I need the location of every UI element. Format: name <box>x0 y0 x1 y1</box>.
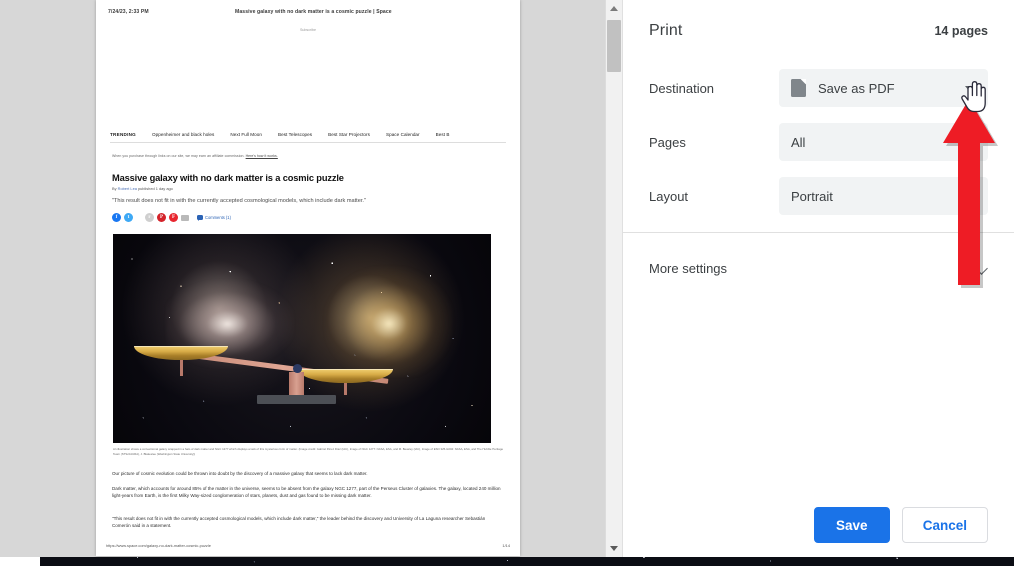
pdf-document-icon <box>791 79 806 97</box>
article-byline: By Robert Lea published 1 day ago <box>112 186 173 191</box>
social-share-row: f t r P F Comments (1) <box>112 213 231 222</box>
article-hero-image <box>113 234 491 443</box>
dialog-divider <box>623 232 1014 233</box>
destination-value: Save as PDF <box>818 80 895 96</box>
byline-prefix: By <box>112 186 117 191</box>
galaxy-right-glow <box>324 267 454 377</box>
article-paragraph: Dark matter, which accounts for around 8… <box>112 486 501 499</box>
reddit-icon: r <box>145 213 154 222</box>
screenshot-root: 7/24/23, 2:33 PM Massive galaxy with no … <box>0 0 1014 566</box>
footer-page-number: 1/14 <box>502 543 510 548</box>
flipboard-icon: F <box>169 213 178 222</box>
print-dialog-header: Print 14 pages <box>623 0 1014 62</box>
layout-value: Portrait <box>791 188 833 204</box>
scroll-up-arrow-icon[interactable] <box>606 0 622 17</box>
trending-item: Best B <box>435 132 450 137</box>
dialog-actions: Save Cancel <box>813 507 988 543</box>
trending-nav: TRENDING Oppenheimer and black holes Nex… <box>110 132 506 143</box>
balance-base <box>256 394 336 404</box>
print-dialog-title: Print <box>649 22 683 39</box>
twitter-icon: t <box>124 213 133 222</box>
email-icon <box>181 214 189 221</box>
pages-label: Pages <box>649 134 686 150</box>
destination-row: Destination Save as PDF <box>623 69 1014 107</box>
scrollbar-thumb[interactable] <box>607 20 621 72</box>
article-paragraph: "This result does not fit in with the cu… <box>112 516 486 529</box>
cancel-button[interactable]: Cancel <box>901 507 988 543</box>
print-preview-pane: 7/24/23, 2:33 PM Massive galaxy with no … <box>0 0 622 557</box>
chevron-down-icon <box>965 194 975 200</box>
page-count-label: 14 pages <box>934 24 988 38</box>
more-settings-label: More settings <box>649 260 728 276</box>
layout-row: Layout Portrait <box>623 177 1014 215</box>
pages-select[interactable]: All <box>779 123 988 161</box>
affiliate-link: Here's how it works. <box>245 154 278 158</box>
destination-label: Destination <box>649 80 715 96</box>
chevron-down-icon <box>965 140 975 146</box>
layout-label: Layout <box>649 188 689 204</box>
comments-link: Comments (1) <box>197 215 231 221</box>
preview-page-sheet: 7/24/23, 2:33 PM Massive galaxy with no … <box>96 0 520 556</box>
subscribe-label: Subscribe <box>300 28 316 32</box>
chevron-down-icon <box>976 262 988 274</box>
chevron-down-icon <box>965 86 975 92</box>
destination-select[interactable]: Save as PDF <box>779 69 988 107</box>
save-button[interactable]: Save <box>813 507 890 543</box>
image-caption: An illustration shows a conventional gal… <box>113 447 504 456</box>
article-paragraph: Our picture of cosmic evolution could be… <box>112 471 368 476</box>
balance-pan-stem-right <box>343 382 348 395</box>
byline-suffix: published 1 day ago <box>137 186 173 191</box>
pinterest-icon: P <box>157 213 166 222</box>
trending-label: TRENDING <box>110 132 136 137</box>
article-headline: Massive galaxy with no dark matter is a … <box>112 173 344 183</box>
affiliate-disclosure: When you purchase through links on our s… <box>112 154 278 158</box>
byline-author: Robert Lea <box>117 186 137 191</box>
article-standfirst: "This result does not fit in with the cu… <box>112 198 366 204</box>
preview-scrollbar[interactable] <box>605 0 622 557</box>
trending-item: Space Calendar <box>385 132 420 137</box>
comments-label: Comments (1) <box>205 215 231 220</box>
scroll-down-arrow-icon[interactable] <box>606 540 622 557</box>
layout-select[interactable]: Portrait <box>779 177 988 215</box>
print-doc-title: Massive galaxy with no dark matter is a … <box>234 9 392 15</box>
pages-value: All <box>791 134 806 150</box>
comment-bubble-icon <box>197 215 203 221</box>
trending-item: Best Telescopes <box>277 132 313 137</box>
facebook-icon: f <box>112 213 121 222</box>
affiliate-text: When you purchase through links on our s… <box>112 154 245 158</box>
trending-item: Oppenheimer and black holes <box>152 132 215 137</box>
trending-item: Next Full Moon <box>230 132 262 137</box>
more-settings-row[interactable]: More settings <box>623 248 1014 288</box>
printed-page-footer: https://www.space.com/galaxy-no-dark-mat… <box>96 543 520 548</box>
pages-row: Pages All <box>623 123 1014 161</box>
printed-page-header: 7/24/23, 2:33 PM Massive galaxy with no … <box>96 9 520 15</box>
print-dialog: Print 14 pages Destination Save as PDF P… <box>622 0 1014 557</box>
footer-url: https://www.space.com/galaxy-no-dark-mat… <box>106 543 211 548</box>
trending-item: Best Star Projectors <box>328 132 370 137</box>
balance-pan-stem-left <box>179 359 184 377</box>
